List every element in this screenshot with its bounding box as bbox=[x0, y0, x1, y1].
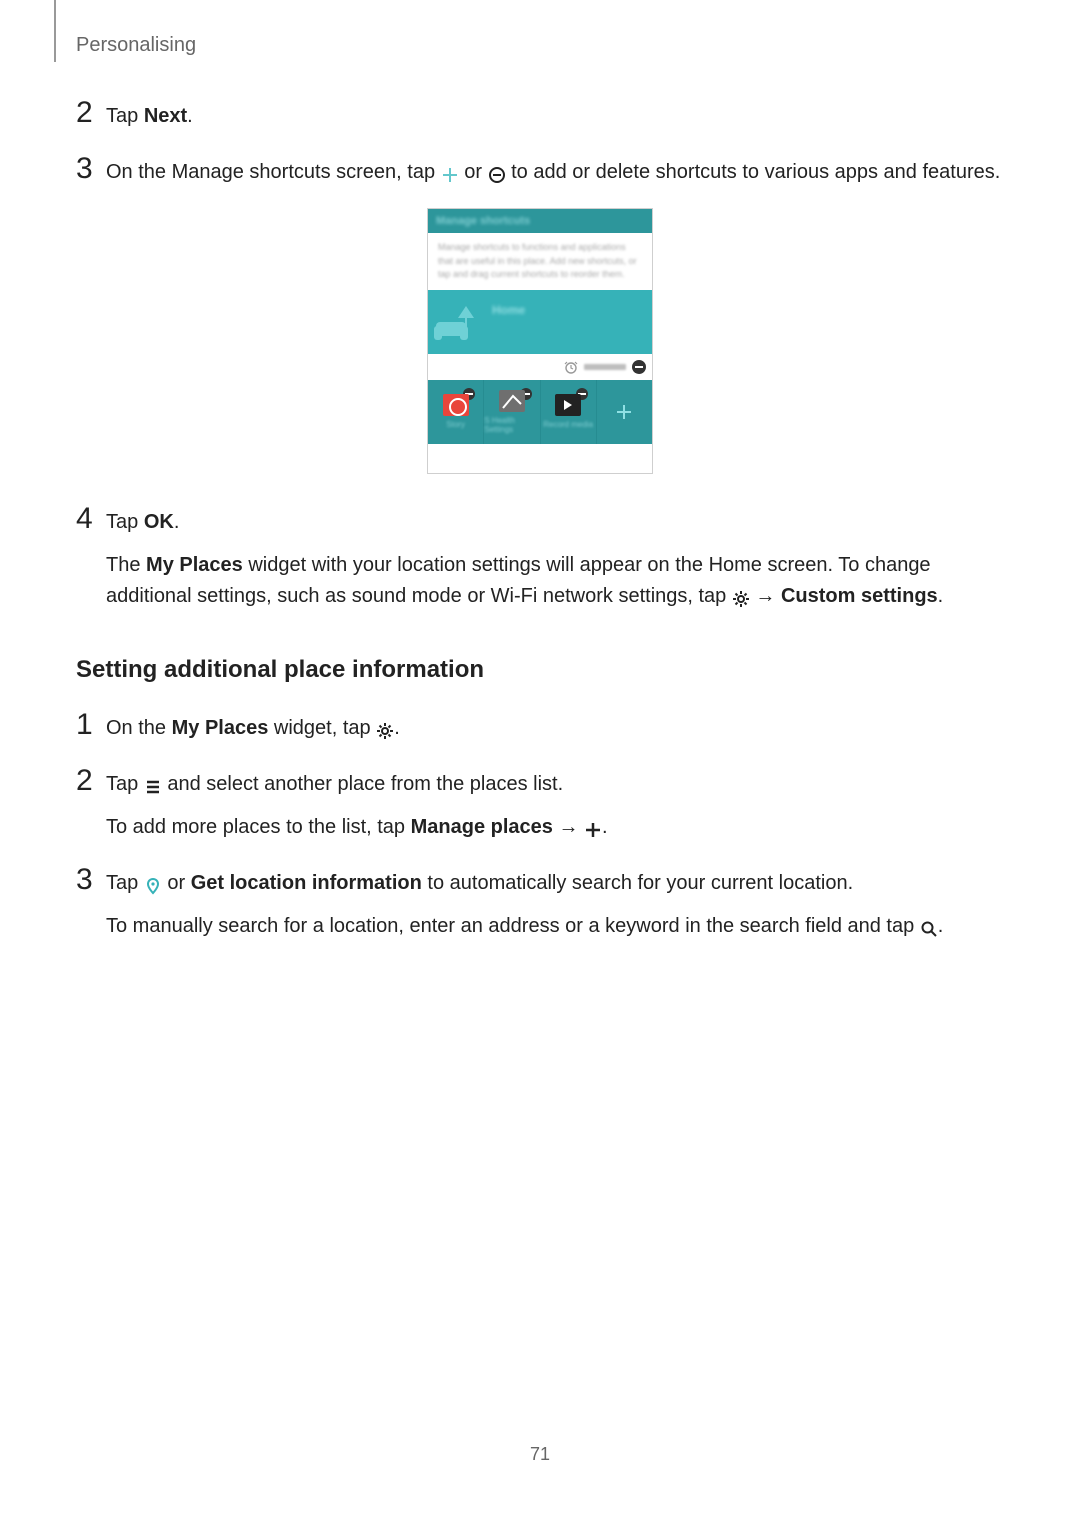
text: Tap bbox=[106, 105, 144, 127]
text: . bbox=[938, 585, 944, 607]
text: . bbox=[394, 717, 400, 739]
step-text: Tap Next. bbox=[106, 101, 1004, 132]
step-number: 1 bbox=[76, 708, 106, 742]
step-b2: 2 Tap and select another place from the … bbox=[76, 764, 1004, 843]
text: and select another place from the places… bbox=[167, 773, 563, 795]
plus-icon bbox=[584, 818, 602, 836]
gear-icon bbox=[732, 587, 750, 605]
tile-add bbox=[597, 380, 652, 444]
step-number: 4 bbox=[76, 502, 106, 536]
tile-3: Record media bbox=[541, 380, 597, 444]
minus-badge-icon bbox=[632, 360, 646, 374]
arrow: → bbox=[755, 585, 781, 607]
tile-app-icon bbox=[443, 394, 469, 416]
step-4-paragraph: The My Places widget with your location … bbox=[106, 550, 1004, 612]
shot-header: Manage shortcuts bbox=[428, 209, 652, 233]
text: to automatically search for your current… bbox=[422, 872, 853, 894]
minus-circle-icon bbox=[488, 163, 506, 181]
step-text: Tap OK. The My Places widget with your l… bbox=[106, 507, 1004, 612]
text: On the Manage shortcuts screen, tap bbox=[106, 161, 441, 183]
plus-teal-icon bbox=[441, 163, 459, 181]
tile-1: Story bbox=[428, 380, 484, 444]
step-text: Tap and select another place from the pl… bbox=[106, 769, 1004, 843]
text: On the bbox=[106, 717, 172, 739]
list-menu-icon bbox=[144, 775, 162, 793]
alarm-label-blur bbox=[584, 364, 626, 370]
gear-icon bbox=[376, 719, 394, 737]
text: The bbox=[106, 554, 146, 576]
arrow: → bbox=[553, 816, 584, 838]
text: or bbox=[167, 872, 190, 894]
step-b2-paragraph: To add more places to the list, tap Mana… bbox=[106, 812, 1004, 843]
home-label: Home bbox=[492, 303, 525, 317]
step-number: 2 bbox=[76, 764, 106, 798]
bold: OK bbox=[144, 511, 174, 533]
bold: My Places bbox=[146, 554, 243, 576]
text: To manually search for a location, enter… bbox=[106, 915, 920, 937]
text: Tap bbox=[106, 872, 144, 894]
text: . bbox=[187, 105, 193, 127]
step-number: 2 bbox=[76, 96, 106, 130]
text: widget, tap bbox=[268, 717, 376, 739]
text: . bbox=[938, 915, 944, 937]
step-4: 4 Tap OK. The My Places widget with your… bbox=[76, 502, 1004, 612]
tile-label: Story bbox=[446, 420, 465, 429]
tiles-row: Story S Health Settings Record media bbox=[428, 380, 652, 444]
page-content: 2 Tap Next. 3 On the Manage shortcuts sc… bbox=[76, 96, 1004, 962]
bold: My Places bbox=[172, 717, 269, 739]
breadcrumb: Personalising bbox=[76, 34, 196, 57]
bold: Custom settings bbox=[781, 585, 938, 607]
home-panel: Home bbox=[428, 290, 652, 354]
step-3: 3 On the Manage shortcuts screen, tap or… bbox=[76, 152, 1004, 188]
step-text: On the Manage shortcuts screen, tap or t… bbox=[106, 157, 1004, 188]
tile-app-icon bbox=[499, 390, 525, 412]
home-illustration-icon bbox=[432, 298, 484, 346]
alarm-icon bbox=[564, 360, 578, 374]
text: . bbox=[602, 816, 608, 838]
location-pin-icon bbox=[144, 874, 162, 892]
text: . bbox=[174, 511, 180, 533]
alarm-row bbox=[428, 354, 652, 380]
plus-icon bbox=[615, 403, 633, 421]
text: to add or delete shortcuts to various ap… bbox=[511, 161, 1000, 183]
step-b3-paragraph: To manually search for a location, enter… bbox=[106, 911, 1004, 942]
tile-2: S Health Settings bbox=[484, 380, 540, 444]
step-text: Tap or Get location information to autom… bbox=[106, 868, 1004, 942]
manage-shortcuts-screenshot: Manage shortcuts Manage shortcuts to fun… bbox=[427, 208, 653, 474]
page-number: 71 bbox=[0, 1444, 1080, 1465]
section-heading: Setting additional place information bbox=[76, 656, 1004, 684]
text: or bbox=[464, 161, 487, 183]
shot-blurb: Manage shortcuts to functions and applic… bbox=[428, 233, 652, 290]
shot-title: Manage shortcuts bbox=[436, 215, 530, 227]
header-rule bbox=[54, 0, 56, 62]
bold: Next bbox=[144, 105, 187, 127]
step-b1: 1 On the My Places widget, tap . bbox=[76, 708, 1004, 744]
search-icon bbox=[920, 917, 938, 935]
bold: Manage places bbox=[411, 816, 553, 838]
tile-app-icon bbox=[555, 394, 581, 416]
text: Tap bbox=[106, 773, 144, 795]
step-number: 3 bbox=[76, 863, 106, 897]
tile-label: S Health Settings bbox=[484, 416, 539, 434]
text: Tap bbox=[106, 511, 144, 533]
step-number: 3 bbox=[76, 152, 106, 186]
step-text: On the My Places widget, tap . bbox=[106, 713, 1004, 744]
step-b3: 3 Tap or Get location information to aut… bbox=[76, 863, 1004, 942]
tile-label: Record media bbox=[543, 420, 593, 429]
bold: Get location information bbox=[191, 872, 422, 894]
text: To add more places to the list, tap bbox=[106, 816, 411, 838]
step-2: 2 Tap Next. bbox=[76, 96, 1004, 132]
